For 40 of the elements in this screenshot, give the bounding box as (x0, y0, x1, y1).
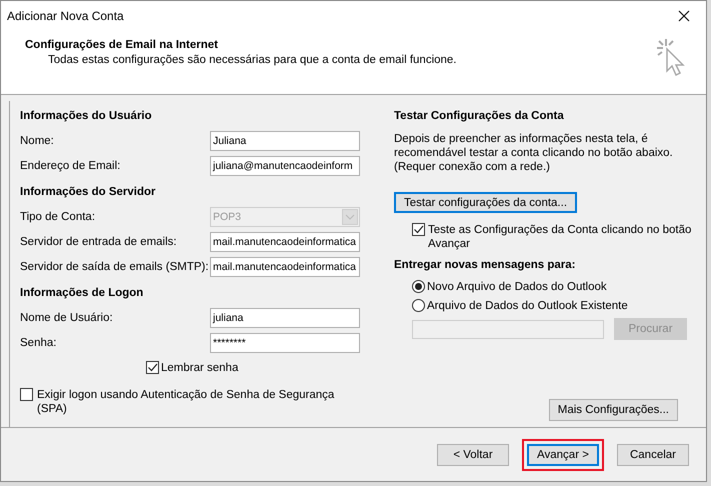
input-field[interactable]: juliana@manutencaodeinform (210, 156, 360, 176)
radio-label: Novo Arquivo de Dados do Outlook (427, 280, 607, 292)
radio-label: Arquivo de Dados do Outlook Existente (427, 300, 628, 312)
input-field[interactable]: Juliana (210, 130, 360, 150)
window-title: Adicionar Nova Conta (7, 9, 124, 23)
section-heading: Entregar novas mensagens para: (394, 259, 577, 271)
radio-button[interactable] (412, 299, 425, 312)
close-icon[interactable] (678, 10, 690, 22)
field-label: Senha: (20, 336, 56, 348)
checkbox[interactable] (412, 223, 425, 236)
section-heading: Informações de Logon (20, 287, 144, 299)
section-heading: Informações do Usuário (20, 110, 153, 122)
section-heading: Informações do Servidor (20, 186, 156, 198)
dialog-button[interactable]: Avançar > (527, 444, 599, 466)
header-title: Configurações de Email na Internet (25, 39, 219, 51)
input-field[interactable]: mail.manutencaodeinformatica (210, 256, 360, 276)
dialog-button[interactable]: < Voltar (437, 444, 509, 466)
checkbox-label: Lembrar senha (161, 362, 238, 374)
field-label: Servidor de saída de emails (SMTP): (20, 260, 209, 272)
field-label: Servidor de entrada de emails: (20, 236, 177, 248)
checkbox-label: Teste as Configurações da Conta clicando no botão Avançar (428, 223, 692, 251)
field-label: Tipo de Conta: (20, 210, 96, 222)
input-field[interactable]: juliana (210, 308, 360, 328)
field-label: Nome de Usuário: (20, 312, 113, 324)
dialog-button[interactable]: Cancelar (617, 444, 689, 466)
test-settings-button[interactable]: Testar configurações da conta... (394, 192, 578, 213)
checkbox[interactable] (146, 361, 159, 374)
description-text: Depois de preencher as informações nesta tela, é recomendável testar a conta clicando no botão abaixo. (Requer conexão com a rede.) (394, 132, 674, 174)
checkbox-label: Exigir logon usando Autenticação de Senha de Segurança (SPA) (37, 388, 336, 416)
chevron-down-icon (342, 208, 358, 224)
cursor-click-icon (654, 37, 688, 79)
section-heading: Testar Configurações da Conta (394, 110, 565, 122)
checkbox[interactable] (20, 388, 33, 401)
header-subtitle: Todas estas configurações são necessárias para que a conta de email funcione. (47, 54, 457, 66)
input-field[interactable]: ******** (210, 332, 360, 352)
more-settings-button[interactable]: Mais Configurações... (548, 399, 678, 421)
field-label: Nome: (20, 134, 54, 146)
radio-button[interactable] (412, 280, 425, 293)
input-field[interactable]: mail.manutencaodeinformatica (210, 232, 360, 252)
field-label: Endereço de Email: (20, 160, 120, 172)
